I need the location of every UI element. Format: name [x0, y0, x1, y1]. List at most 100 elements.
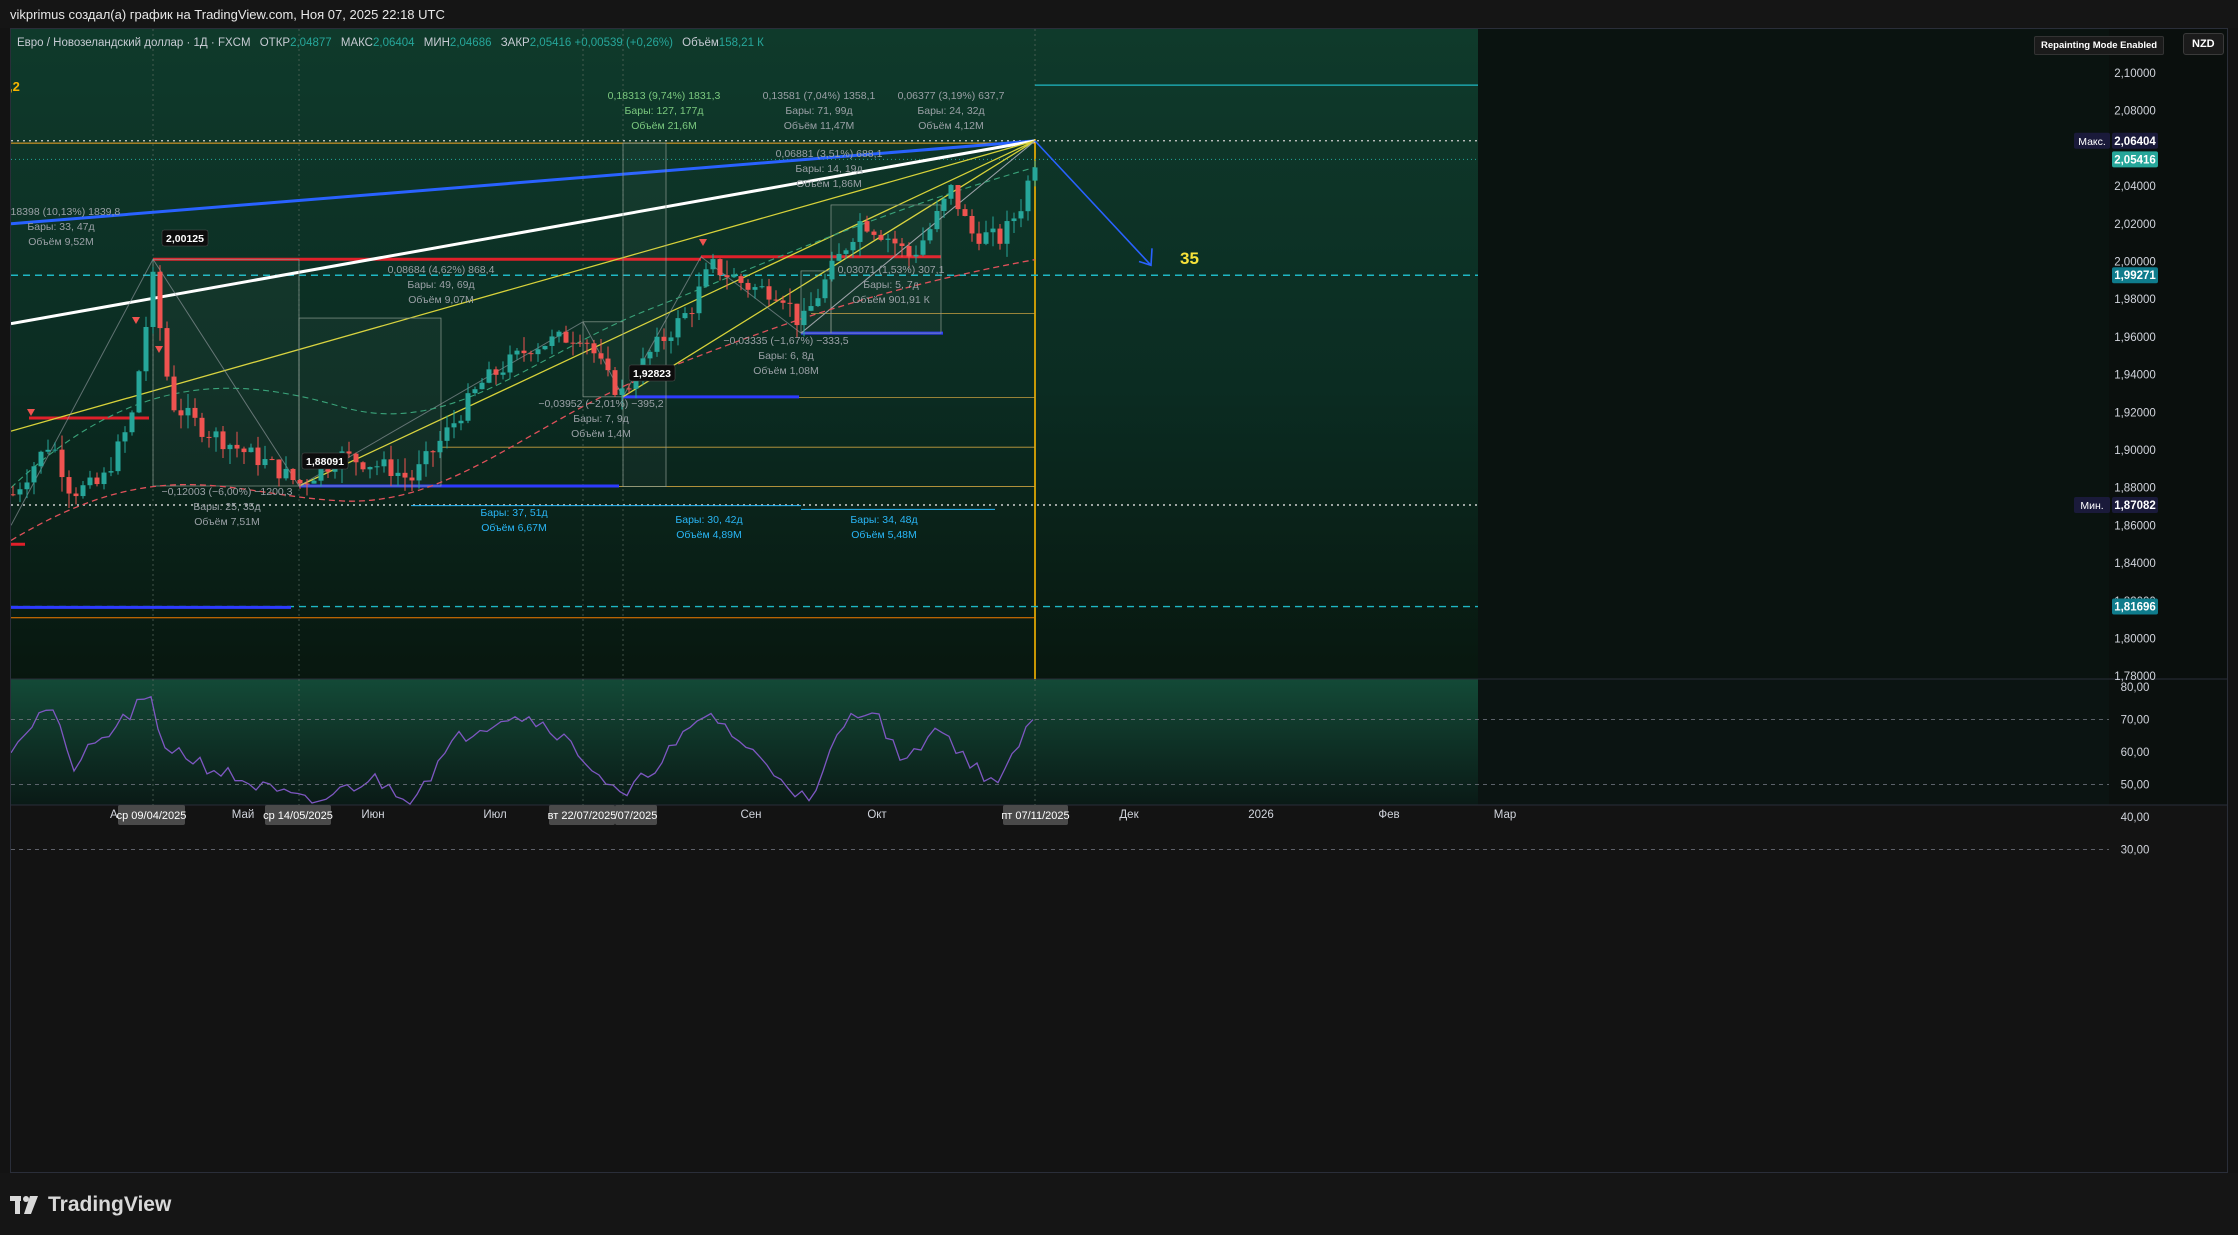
price-label-text: 1,99271 [2114, 270, 2156, 282]
candle-body [178, 410, 184, 416]
candle-body [402, 472, 408, 478]
price-label-text: 2,06404 [2114, 136, 2156, 148]
annotation-a10: Бары: 25, 35д [193, 501, 260, 513]
price-label-low: 1,88091 [301, 452, 349, 470]
candle-body [808, 306, 814, 311]
candle-body [332, 468, 338, 472]
time-highlight-0: ср 09/04/2025 [117, 805, 187, 825]
candle-body [11, 494, 16, 496]
candle-body [724, 275, 730, 278]
rsi-pane-bg [11, 679, 1478, 805]
symbol-legend: Евро / Новозеландский доллар · 1Д · FXCM… [17, 37, 764, 49]
candle-body [682, 313, 688, 319]
candle-body [626, 388, 632, 390]
candle-body [738, 276, 744, 283]
price-tick: 1,98000 [2114, 294, 2156, 306]
candle-body [871, 231, 877, 235]
time-tick: Сен [740, 809, 761, 821]
annotation-a5: Объём 9,52М [28, 236, 94, 248]
candle-body [941, 198, 947, 211]
annotation-a8: Бары: 6, 8д [758, 350, 814, 362]
price-tick: 1,96000 [2114, 332, 2156, 344]
price-label-text: 1,81696 [2114, 602, 2156, 614]
candle-body [122, 432, 128, 442]
candle-body [479, 382, 485, 390]
candle-body [241, 448, 247, 453]
candle-body [766, 286, 772, 300]
annotation-a3: Объём 4,12М [918, 120, 984, 132]
candle-body [731, 276, 737, 278]
price-tick: 1,92000 [2114, 407, 2156, 419]
rsi-tick: 70,00 [2121, 715, 2150, 727]
tradingview-logo[interactable]: TradingView [10, 1193, 171, 1217]
candle-body [157, 271, 163, 329]
candle-body [521, 350, 527, 354]
candle-body [864, 221, 870, 232]
left-marker: ,2 [11, 79, 20, 94]
candle-body [45, 449, 51, 452]
candle-body [87, 477, 93, 486]
price-tick: 1,90000 [2114, 445, 2156, 457]
candle-body [136, 371, 142, 413]
measure-box-0 [152, 258, 300, 487]
annotation-a10: −0,12003 (−6,00%) −1200,3 [161, 486, 292, 498]
currency-button[interactable]: NZD [2183, 33, 2224, 55]
price-label-4: 1,81696 [2112, 598, 2158, 615]
price-label-1: 2,05416 [2112, 151, 2158, 168]
price-tick: 1,80000 [2114, 634, 2156, 646]
legend-low-label: МИН [423, 37, 450, 49]
time-tick: Июн [361, 809, 384, 821]
candle-body [801, 310, 807, 326]
candle-body [598, 353, 604, 359]
candle-body [381, 459, 387, 467]
price-tick: 1,88000 [2114, 483, 2156, 495]
candle-body [920, 240, 926, 255]
repainting-badge[interactable]: Repainting Mode Enabled [2034, 36, 2165, 55]
top-bar: vikprimus создал(а) график на TradingVie… [0, 0, 2238, 28]
candle [129, 410, 135, 436]
candle-body [150, 271, 156, 327]
candle-body [514, 350, 520, 355]
annotation-a4: Бары: 14, 19д [795, 163, 862, 175]
tradingview-logo-icon [10, 1196, 38, 1214]
candle-body [472, 389, 478, 394]
candle-body [416, 464, 422, 481]
candle-body [164, 328, 170, 377]
annotation-a13: Объём 5,48М [851, 529, 917, 541]
candle-body [199, 417, 205, 437]
candle-body [619, 388, 625, 395]
candle-body [101, 472, 107, 485]
candle-body [171, 376, 177, 411]
candle-body [990, 228, 996, 233]
legend-open: 2,04877 [290, 37, 332, 49]
annotation-a13: Бары: 34, 48д [850, 514, 917, 526]
candle-body [297, 480, 303, 484]
candle-body [388, 459, 394, 477]
time-highlight-text: ср 09/04/2025 [117, 810, 187, 822]
candle-body [535, 349, 541, 355]
candle-body [234, 444, 240, 449]
annotation-a8: −0,03335 (−1,67%) −333,5 [723, 335, 848, 347]
candle-body [899, 243, 905, 247]
candle-body [17, 489, 23, 495]
candle-body [983, 232, 989, 244]
price-tick: 2,00000 [2114, 257, 2156, 269]
candle-body [759, 286, 765, 288]
candle-body [556, 331, 562, 337]
chart-canvas[interactable]: 0,18313 (9,74%) 1831,3 Бары: 127, 177д Объ… [11, 29, 2228, 1173]
candle-body [1032, 167, 1038, 181]
candle-body [528, 353, 534, 355]
candle-body [906, 246, 912, 257]
candle-body [430, 451, 436, 453]
candle-body [773, 299, 779, 301]
annotation-a6: Объём 9,07М [408, 294, 474, 306]
price-tick: 1,86000 [2114, 520, 2156, 532]
annotation-a11: Объём 6,67М [481, 522, 547, 534]
price-label-text: 2,05416 [2114, 154, 2156, 166]
time-highlight-text: ср 14/05/2025 [263, 810, 333, 822]
chart-frame[interactable]: 0,18313 (9,74%) 1831,3 Бары: 127, 177д Объ… [10, 28, 2228, 1173]
candle-body [115, 441, 121, 472]
annotation-a7: Объём 901,91 К [852, 294, 930, 306]
candle-body [850, 241, 856, 251]
rsi-tick: 40,00 [2121, 812, 2150, 824]
